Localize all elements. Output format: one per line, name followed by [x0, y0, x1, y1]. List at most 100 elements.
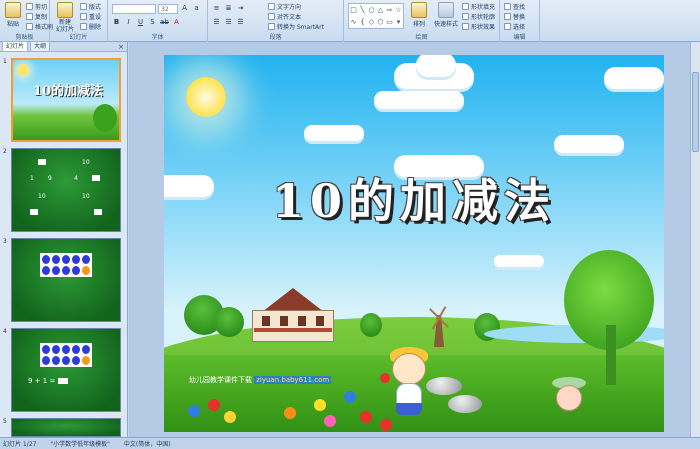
boy-pants [396, 403, 422, 415]
cloud [604, 67, 664, 89]
arrow-icon[interactable]: ⇨ [385, 4, 394, 16]
tab-outline[interactable]: 大纲 [30, 41, 51, 52]
align-left-icon[interactable]: ☰ [212, 18, 221, 27]
curve-icon[interactable]: ∿ [349, 16, 358, 28]
lollipop-icon [380, 373, 390, 383]
slide-counter: 幻灯片 1/27 [3, 441, 37, 448]
copy-button[interactable]: 复制 [26, 12, 47, 21]
shapes-gallery[interactable]: □ ╲ ○ △ ⇨ ☆ ∿ { ◇ ⬡ ▭ ▾ [348, 3, 404, 29]
font-grow-shrink: A a [180, 4, 201, 13]
brace-icon[interactable]: { [358, 16, 367, 28]
bold-icon[interactable]: B [112, 18, 121, 27]
format-painter-button[interactable]: 格式刷 [26, 22, 53, 31]
cloud [494, 255, 544, 267]
diamond-icon[interactable]: ◇ [367, 16, 376, 28]
italic-icon[interactable]: I [124, 18, 133, 27]
rectangle-icon[interactable]: □ [349, 4, 358, 16]
list-buttons: ≡ ≣ ⇥ [212, 4, 245, 13]
slide-editor: 10的加减法 幼儿园教学课件下载 ziyuan.baby611.com [129, 42, 700, 437]
cloud [374, 91, 464, 109]
vertical-scrollbar[interactable] [690, 42, 700, 437]
thumb-preview [11, 238, 121, 322]
flower-icon [344, 391, 356, 403]
align-buttons: ☰ ☰ ☰ [212, 18, 245, 27]
align-text-icon [268, 13, 275, 20]
line-icon[interactable]: ╲ [358, 4, 367, 16]
house [252, 288, 334, 342]
font-group: 32 A a B I U S ab A 字体 [108, 0, 208, 42]
ten-frame [40, 253, 92, 277]
shape-fill-button[interactable]: 形状填充 [462, 2, 495, 11]
big-tree-trunk [606, 325, 616, 385]
align-text-button[interactable]: 对齐文本 [268, 12, 301, 21]
numbering-icon[interactable]: ≣ [224, 4, 233, 13]
callout-icon[interactable]: ▭ [385, 16, 394, 28]
smartart-button[interactable]: 转换为 SmartArt [268, 22, 324, 31]
language-indicator[interactable]: 中文(简体，中国) [124, 439, 171, 448]
shape-outline-button[interactable]: 形状轮廓 [462, 12, 495, 21]
flower-icon [360, 411, 372, 423]
cloud [416, 55, 456, 77]
more-shapes-icon[interactable]: ▾ [394, 16, 403, 28]
shadow-icon[interactable]: S [148, 18, 157, 27]
delete-button[interactable]: 删除 [80, 22, 101, 31]
boy-character [392, 353, 426, 385]
drawing-label: 绘图 [415, 34, 428, 41]
indent-icon[interactable]: ⇥ [236, 4, 245, 13]
find-icon [504, 3, 511, 10]
layout-button[interactable]: 版式 [80, 2, 101, 11]
flower-icon [284, 407, 296, 419]
shape-effects-button[interactable]: 形状效果 [462, 22, 495, 31]
font-color-icon[interactable]: A [172, 18, 181, 27]
scrollbar-thumb[interactable] [692, 72, 699, 152]
align-center-icon[interactable]: ☰ [224, 18, 233, 27]
hexagon-icon[interactable]: ⬡ [376, 16, 385, 28]
grow-font-icon[interactable]: A [180, 4, 189, 13]
tree [214, 307, 244, 337]
reset-button[interactable]: 重设 [80, 12, 101, 21]
align-right-icon[interactable]: ☰ [236, 18, 245, 27]
flower-icon [208, 399, 220, 411]
ribbon: 粘贴 剪切 复制 格式刷 剪贴板 新建 幻灯片 版式 重设 删除 幻灯片 32 … [0, 0, 700, 42]
number-box [94, 209, 102, 215]
select-icon [504, 23, 511, 30]
editing-group: 查找 替换 选择 编辑 [500, 0, 540, 42]
equation: 9 + 1 = [28, 377, 68, 385]
close-icon[interactable]: × [118, 43, 124, 51]
tree-icon [93, 104, 117, 132]
cut-button[interactable]: 剪切 [26, 2, 47, 11]
text-direction-button[interactable]: 文字方向 [268, 2, 301, 11]
flower-icon [324, 415, 336, 427]
replace-icon [504, 13, 511, 20]
text-direction-icon [268, 3, 275, 10]
oval-icon[interactable]: ○ [367, 4, 376, 16]
font-size-box[interactable]: 32 [158, 4, 178, 14]
underline-icon[interactable]: U [136, 18, 145, 27]
star-icon[interactable]: ☆ [394, 4, 403, 16]
thumb-title: 10的加减法 [33, 84, 104, 99]
tab-slides[interactable]: 幻灯片 [2, 41, 29, 52]
theme-name: "小学数学低年级模板" [50, 441, 110, 448]
shrink-font-icon[interactable]: a [192, 4, 201, 13]
font-name-box[interactable] [112, 4, 156, 14]
triangle-icon[interactable]: △ [376, 4, 385, 16]
find-button[interactable]: 查找 [504, 2, 525, 11]
replace-button[interactable]: 替换 [504, 12, 525, 21]
slide-canvas[interactable]: 10的加减法 幼儿园教学课件下载 ziyuan.baby611.com [164, 55, 664, 432]
slide-number: 2 [3, 148, 7, 155]
arrange-button[interactable]: 排列 [408, 2, 430, 28]
paragraph-group: ≡ ≣ ⇥ ☰ ☰ ☰ 文字方向 对齐文本 转换为 SmartArt 段落 [208, 0, 344, 42]
slide-title[interactable]: 10的加减法 [164, 165, 664, 231]
smartart-icon [268, 23, 275, 30]
new-slide-button[interactable]: 新建 幻灯片 [54, 2, 76, 33]
strike-icon[interactable]: ab [160, 18, 169, 27]
flower-icon [188, 405, 200, 417]
quick-styles-button[interactable]: 快速样式 [432, 2, 460, 28]
layout-icon [80, 3, 87, 10]
cloud [554, 135, 624, 153]
thumb-preview: 10的加减法 [11, 58, 121, 142]
select-button[interactable]: 选择 [504, 22, 525, 31]
bullets-icon[interactable]: ≡ [212, 4, 221, 13]
pane-tabs: 幻灯片 大纲 × [0, 41, 127, 52]
paste-button[interactable]: 粘贴 [2, 2, 24, 28]
